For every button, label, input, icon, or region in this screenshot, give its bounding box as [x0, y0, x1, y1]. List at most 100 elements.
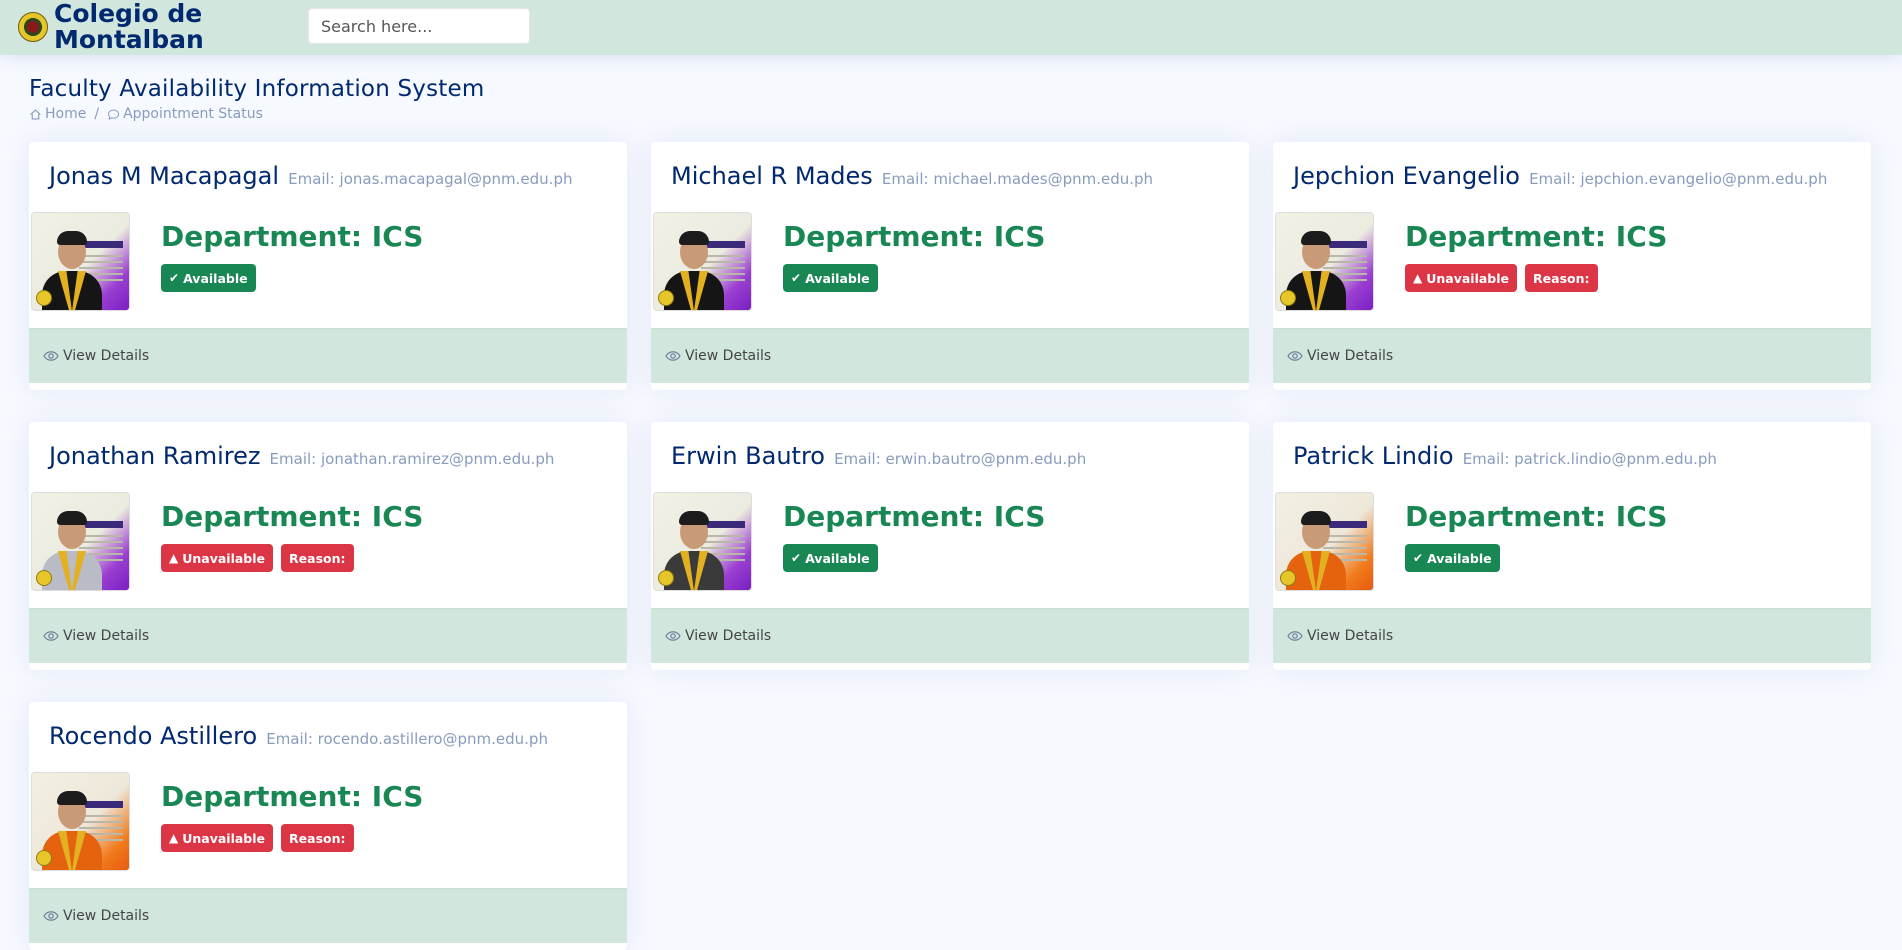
card-title: Jonas M Macapagal Email: jonas.macapagal… — [49, 162, 572, 190]
department-label: Department: ICS — [161, 220, 424, 253]
page-title: Faculty Availability Information System — [29, 76, 485, 102]
reason-badge: Reason: — [281, 824, 354, 852]
view-details-label: View Details — [1307, 348, 1394, 364]
status-badges: ✔ Available — [1405, 544, 1500, 572]
faculty-email: Email: jonathan.ramirez@pnm.edu.ph — [269, 450, 555, 468]
unavailable-badge: ▲ Unavailable — [161, 544, 274, 572]
faculty-card: Jepchion Evangelio Email: jepchion.evang… — [1273, 142, 1871, 390]
badge-label: Unavailable — [182, 550, 266, 566]
breadcrumb: Home / Appointment Status — [29, 106, 484, 122]
status-badges: ✔ Available — [783, 544, 878, 572]
faculty-email: Email: jonas.macapagal@pnm.edu.ph — [288, 170, 573, 188]
view-details-link[interactable]: View Details — [1287, 348, 1393, 364]
view-details-link[interactable]: View Details — [1287, 628, 1393, 644]
eye-icon — [43, 351, 59, 361]
page-title-section: Faculty Availability Information System … — [29, 76, 484, 122]
department-label: Department: ICS — [1405, 500, 1668, 533]
view-details-label: View Details — [63, 348, 150, 364]
status-badges: ▲ Unavailable Reason: — [1405, 264, 1598, 292]
badge-label: Reason: — [1533, 270, 1590, 286]
view-details-label: View Details — [685, 348, 772, 364]
department-label: Department: ICS — [161, 780, 424, 813]
eye-icon — [1287, 351, 1303, 361]
warning-icon: ▲ — [169, 831, 179, 845]
seal-icon — [658, 290, 674, 306]
eye-icon — [43, 911, 59, 921]
eye-icon — [43, 631, 59, 641]
faculty-card: Michael R Mades Email: michael.mades@pnm… — [651, 142, 1249, 390]
reason-badge: Reason: — [281, 544, 354, 572]
view-details-link[interactable]: View Details — [665, 348, 771, 364]
status-badges: ✔ Available — [783, 264, 878, 292]
faculty-name: Jonas M Macapagal — [49, 162, 280, 190]
seal-icon — [658, 570, 674, 586]
search-input[interactable] — [309, 9, 529, 43]
faculty-email: Email: patrick.lindio@pnm.edu.ph — [1462, 450, 1717, 468]
breadcrumb-appointment-status: Appointment Status — [123, 106, 263, 122]
top-header: Colegio de Montalban — [0, 0, 1902, 55]
badge-label: Available — [183, 270, 248, 286]
faculty-photo — [653, 492, 752, 591]
logo[interactable]: Colegio de Montalban — [18, 1, 204, 53]
card-footer: View Details — [651, 328, 1249, 383]
breadcrumb-separator: / — [94, 106, 100, 122]
faculty-card: Rocendo Astillero Email: rocendo.astille… — [29, 702, 627, 950]
check-circle-icon: ✔ — [1413, 551, 1424, 565]
faculty-email: Email: erwin.bautro@pnm.edu.ph — [834, 450, 1087, 468]
card-footer: View Details — [29, 888, 627, 943]
faculty-card: Patrick Lindio Email: patrick.lindio@pnm… — [1273, 422, 1871, 670]
check-circle-icon: ✔ — [791, 271, 802, 285]
faculty-card: Jonas M Macapagal Email: jonas.macapagal… — [29, 142, 627, 390]
check-circle-icon: ✔ — [791, 551, 802, 565]
faculty-name: Jepchion Evangelio — [1293, 162, 1520, 190]
card-title: Jepchion Evangelio Email: jepchion.evang… — [1293, 162, 1827, 190]
badge-label: Available — [805, 270, 870, 286]
faculty-card: Jonathan Ramirez Email: jonathan.ramirez… — [29, 422, 627, 670]
badge-label: Reason: — [289, 830, 346, 846]
view-details-label: View Details — [685, 628, 772, 644]
faculty-email: Email: jepchion.evangelio@pnm.edu.ph — [1529, 170, 1828, 188]
house-icon — [30, 108, 41, 120]
view-details-link[interactable]: View Details — [43, 628, 149, 644]
check-circle-icon: ✔ — [169, 271, 180, 285]
status-badges: ▲ Unavailable Reason: — [161, 824, 354, 852]
department-label: Department: ICS — [783, 500, 1046, 533]
available-badge: ✔ Available — [783, 264, 878, 292]
reason-badge: Reason: — [1525, 264, 1598, 292]
chat-icon — [108, 109, 120, 120]
brand-name: Colegio de Montalban — [54, 0, 204, 54]
badge-label: Unavailable — [182, 830, 266, 846]
faculty-photo — [31, 772, 130, 871]
card-title: Michael R Mades Email: michael.mades@pnm… — [671, 162, 1153, 190]
card-title: Rocendo Astillero Email: rocendo.astille… — [49, 722, 548, 750]
view-details-link[interactable]: View Details — [43, 348, 149, 364]
available-badge: ✔ Available — [783, 544, 878, 572]
card-footer: View Details — [29, 328, 627, 383]
department-label: Department: ICS — [161, 500, 424, 533]
seal-icon — [36, 290, 52, 306]
faculty-name: Rocendo Astillero — [49, 722, 258, 750]
warning-icon: ▲ — [169, 551, 179, 565]
seal-icon — [1280, 290, 1296, 306]
faculty-email: Email: michael.mades@pnm.edu.ph — [881, 170, 1154, 188]
faculty-name: Patrick Lindio — [1293, 442, 1454, 470]
view-details-label: View Details — [1307, 628, 1394, 644]
status-badges: ✔ Available — [161, 264, 256, 292]
unavailable-badge: ▲ Unavailable — [1405, 264, 1518, 292]
card-footer: View Details — [1273, 328, 1871, 383]
unavailable-badge: ▲ Unavailable — [161, 824, 274, 852]
card-title: Jonathan Ramirez Email: jonathan.ramirez… — [49, 442, 554, 470]
badge-label: Reason: — [289, 550, 346, 566]
seal-icon — [36, 850, 52, 866]
view-details-link[interactable]: View Details — [43, 908, 149, 924]
card-footer: View Details — [651, 608, 1249, 663]
card-footer: View Details — [1273, 608, 1871, 663]
faculty-photo — [31, 492, 130, 591]
search-bar — [308, 8, 530, 44]
eye-icon — [665, 351, 681, 361]
view-details-link[interactable]: View Details — [665, 628, 771, 644]
school-seal-icon — [18, 12, 48, 42]
breadcrumb-home[interactable]: Home — [45, 106, 86, 122]
status-badges: ▲ Unavailable Reason: — [161, 544, 354, 572]
badge-label: Available — [1427, 550, 1492, 566]
